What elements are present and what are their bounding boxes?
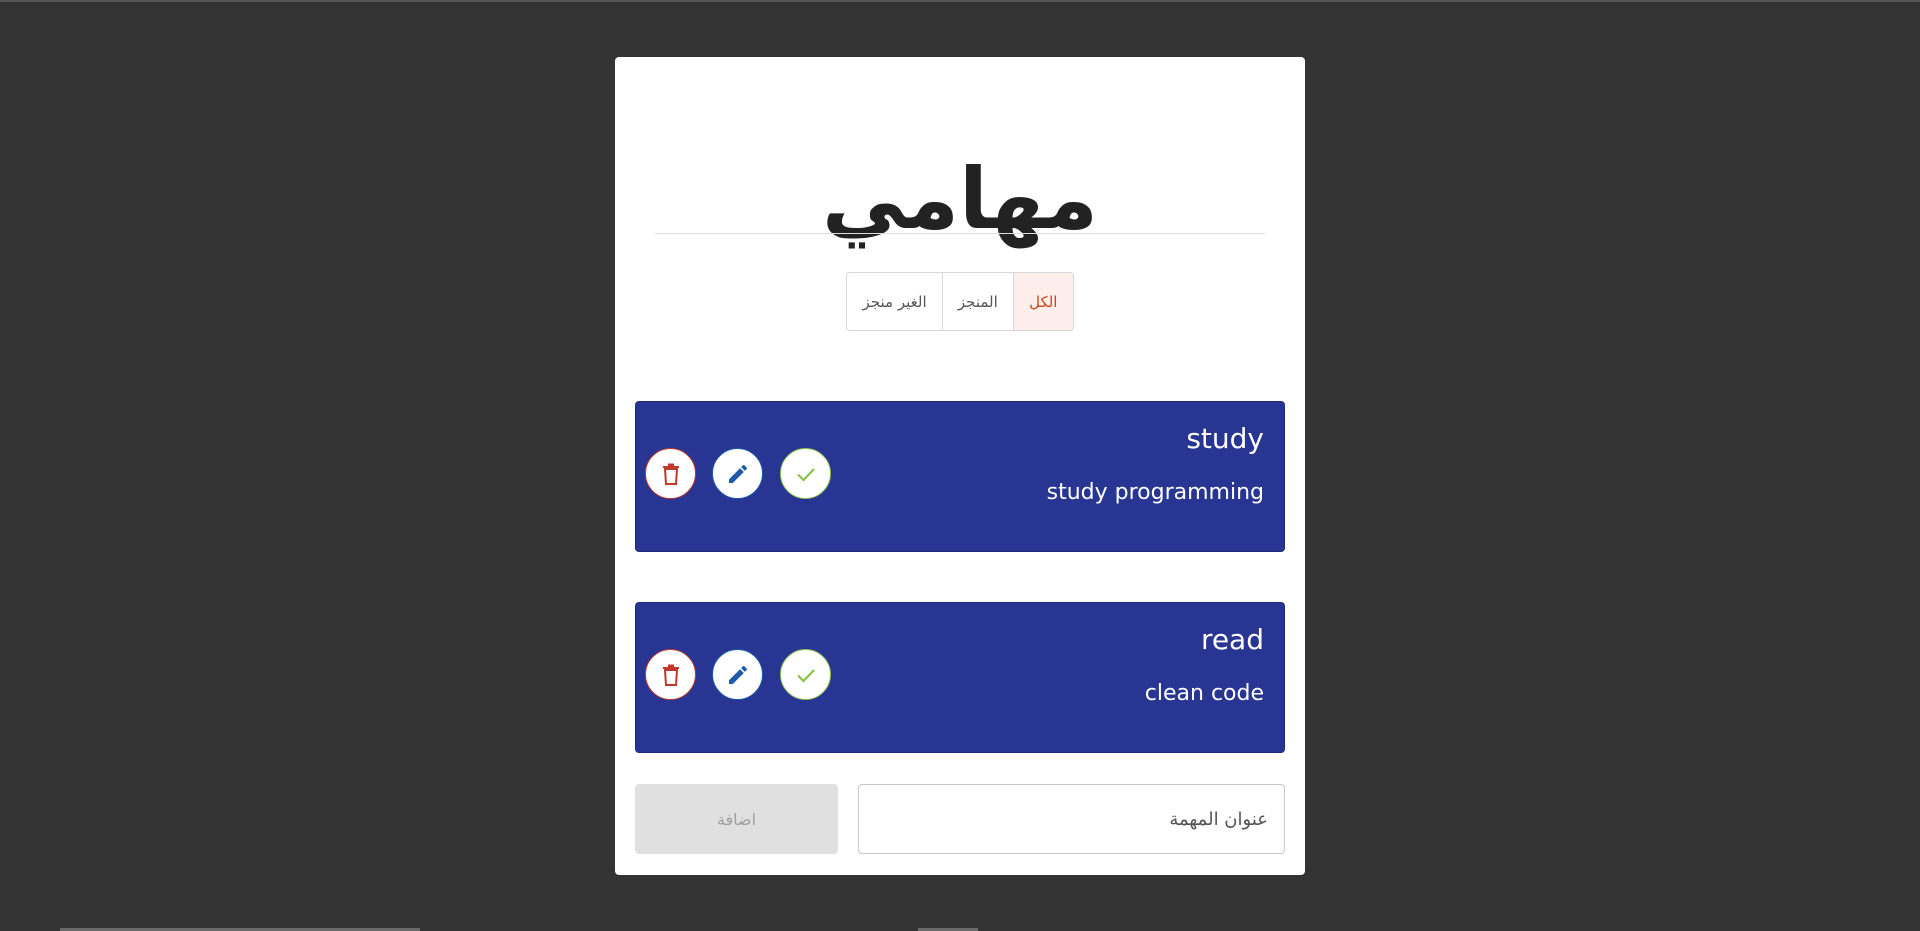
page-title: مهامي — [822, 150, 1098, 248]
filter-undone-button[interactable]: الغير منجز — [847, 273, 942, 330]
filter-done-button[interactable]: المنجز — [942, 273, 1012, 330]
task-title-input[interactable] — [858, 784, 1285, 854]
add-task-button[interactable]: اضافة — [635, 784, 838, 854]
task-card: read clean code — [635, 602, 1285, 753]
top-border — [0, 0, 1920, 2]
pencil-icon — [728, 665, 747, 684]
filter-toggle-group: الكل المنجز الغير منجز — [846, 272, 1074, 331]
task-description: study programming — [1046, 480, 1264, 505]
complete-task-button[interactable] — [780, 649, 831, 700]
delete-task-button[interactable] — [645, 448, 696, 499]
task-description: clean code — [1144, 681, 1264, 706]
edit-task-button[interactable] — [712, 448, 763, 499]
title-divider — [655, 233, 1265, 234]
delete-task-button[interactable] — [645, 649, 696, 700]
task-card: study study programming — [635, 401, 1285, 552]
trash-icon — [662, 463, 679, 485]
complete-task-button[interactable] — [780, 448, 831, 499]
edit-task-button[interactable] — [712, 649, 763, 700]
task-title: read — [1200, 623, 1264, 656]
pencil-icon — [728, 464, 747, 483]
trash-icon — [662, 664, 679, 686]
check-icon — [796, 668, 815, 683]
add-task-form: اضافة — [635, 784, 1285, 854]
check-icon — [796, 467, 815, 482]
todo-card: مهامي الكل المنجز الغير منجز study study… — [615, 57, 1305, 875]
filter-all-button[interactable]: الكل — [1012, 273, 1073, 330]
task-title: study — [1186, 422, 1264, 455]
